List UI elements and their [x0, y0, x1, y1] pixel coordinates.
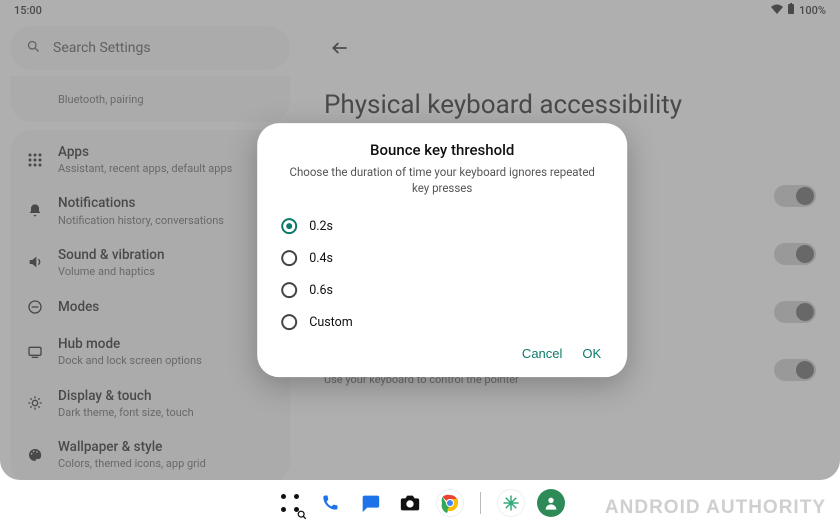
- pinned-app-2-icon[interactable]: [537, 489, 565, 517]
- radio-option-1[interactable]: 0.4s: [279, 242, 605, 274]
- bounce-key-dialog: Bounce key threshold Choose the duration…: [257, 123, 627, 377]
- radio-icon: [281, 314, 297, 330]
- radio-label: 0.2s: [309, 219, 333, 234]
- radio-label: 0.6s: [309, 283, 333, 298]
- watermark: ANDROID AUTHORITY: [605, 497, 826, 519]
- radio-label: 0.4s: [309, 251, 333, 266]
- ok-button[interactable]: OK: [582, 346, 601, 361]
- taskbar: ANDROID AUTHORITY: [0, 480, 840, 525]
- radio-option-2[interactable]: 0.6s: [279, 274, 605, 306]
- radio-icon: [281, 250, 297, 266]
- radio-icon: [281, 218, 297, 234]
- dock-divider: [480, 492, 481, 514]
- phone-app-icon[interactable]: [316, 489, 344, 517]
- dialog-title: Bounce key threshold: [279, 141, 605, 159]
- chrome-app-icon[interactable]: [436, 489, 464, 517]
- dialog-description: Choose the duration of time your keyboar…: [287, 165, 597, 196]
- radio-icon: [281, 282, 297, 298]
- radio-option-3[interactable]: Custom: [279, 306, 605, 338]
- cancel-button[interactable]: Cancel: [522, 346, 562, 361]
- messages-app-icon[interactable]: [356, 489, 384, 517]
- device-screen: 15:00 100% Search Settings Blue: [0, 0, 840, 480]
- radio-option-0[interactable]: 0.2s: [279, 210, 605, 242]
- launcher-button[interactable]: [276, 489, 304, 517]
- radio-label: Custom: [309, 315, 353, 330]
- camera-app-icon[interactable]: [396, 489, 424, 517]
- pinned-app-1-icon[interactable]: [497, 489, 525, 517]
